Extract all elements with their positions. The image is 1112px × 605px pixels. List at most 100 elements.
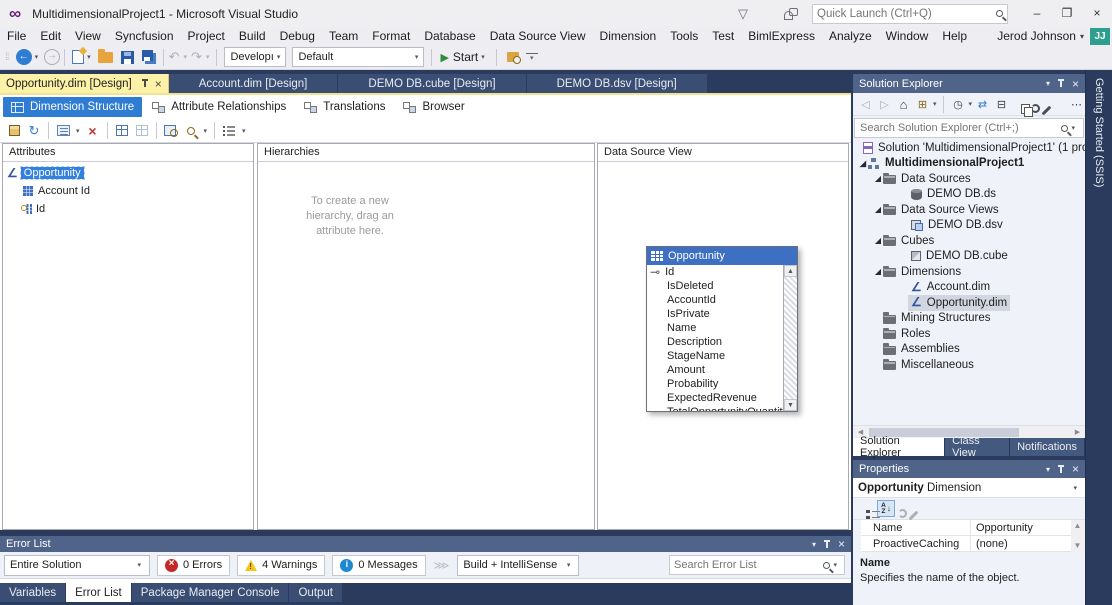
- save-icon[interactable]: [121, 51, 134, 64]
- table-field[interactable]: AccountId: [647, 293, 783, 307]
- properties-header[interactable]: Properties ▾ ×: [853, 460, 1085, 478]
- find-tool-icon[interactable]: [507, 52, 519, 62]
- solution-explorer-search-input[interactable]: [860, 122, 1061, 134]
- expanded-arrow-icon[interactable]: ◢: [873, 236, 883, 245]
- tab-demo-db-dsv[interactable]: DEMO DB.dsv [Design]: [527, 74, 708, 93]
- tab-demo-db-cube[interactable]: DEMO DB.cube [Design]: [338, 74, 526, 93]
- close-icon[interactable]: ×: [1072, 77, 1079, 91]
- tab-error-list[interactable]: Error List: [66, 583, 131, 602]
- tab-translations[interactable]: Translations: [296, 97, 393, 117]
- undo-icon[interactable]: ↶: [168, 49, 181, 65]
- solution-explorer-search-box[interactable]: ▾: [854, 118, 1084, 138]
- pending-changes-dropdown-icon[interactable]: ▾: [969, 100, 973, 108]
- new-folder-icon[interactable]: ⊞: [914, 98, 931, 111]
- tab-solution-explorer[interactable]: Solution Explorer: [853, 438, 944, 456]
- attribute-item-account-id[interactable]: Account Id: [3, 183, 253, 198]
- error-list-header[interactable]: Error List ▾ ×: [0, 536, 851, 552]
- menu-debug[interactable]: Debug: [273, 29, 322, 43]
- expanded-arrow-icon[interactable]: ◢: [873, 205, 883, 214]
- close-button[interactable]: ×: [1082, 0, 1112, 27]
- menu-build[interactable]: Build: [232, 29, 273, 43]
- menu-bimlexpress[interactable]: BimlExpress: [741, 29, 822, 43]
- table-title-bar[interactable]: Opportunity: [647, 247, 797, 265]
- redo-icon[interactable]: ↷: [190, 49, 203, 65]
- tab-browser[interactable]: Browser: [395, 97, 472, 117]
- redo-dropdown-icon[interactable]: ▾: [203, 53, 213, 61]
- opportunity-table[interactable]: Opportunity ⊸Id IsDeleted AccountId IsPr…: [646, 246, 798, 412]
- object-dropdown-icon[interactable]: ▾: [1070, 484, 1080, 492]
- menu-project[interactable]: Project: [181, 29, 232, 43]
- start-debug-button[interactable]: ▶ Start ▾: [440, 50, 487, 64]
- toolbar-grip[interactable]: ⁞⁞: [5, 52, 9, 63]
- menu-view[interactable]: View: [68, 29, 108, 43]
- tab-dimension-structure[interactable]: Dimension Structure: [3, 97, 142, 117]
- tab-getting-started-ssis[interactable]: Getting Started (SSIS): [1093, 70, 1105, 187]
- error-source-combo[interactable]: Build + IntelliSense ▾: [457, 555, 579, 576]
- sort-dropdown-icon[interactable]: ▾: [239, 127, 249, 135]
- tree-item-solution[interactable]: Solution 'MultidimensionalProject1' (1 p…: [853, 140, 1085, 156]
- table-field[interactable]: IsPrivate: [647, 307, 783, 321]
- property-row-name[interactable]: Name Opportunity: [853, 520, 1085, 536]
- menu-tools[interactable]: Tools: [663, 29, 705, 43]
- user-avatar[interactable]: JJ: [1090, 28, 1110, 45]
- close-icon[interactable]: ×: [838, 537, 845, 551]
- tab-account-dim[interactable]: Account.dim [Design]: [169, 74, 339, 93]
- filter-funnel-icon[interactable]: ▽: [738, 6, 748, 22]
- close-icon[interactable]: ×: [1072, 462, 1079, 476]
- error-list-search-input[interactable]: [674, 559, 823, 571]
- quick-launch-input[interactable]: [817, 8, 996, 20]
- scroll-down-icon[interactable]: ▼: [1071, 540, 1084, 552]
- warnings-filter-button[interactable]: 4 Warnings: [237, 555, 325, 576]
- tab-output[interactable]: Output: [289, 583, 342, 602]
- user-name[interactable]: Jerod Johnson: [997, 29, 1076, 43]
- menu-dimension[interactable]: Dimension: [593, 29, 664, 43]
- sort-list-icon[interactable]: [219, 121, 239, 141]
- new-project-icon[interactable]: [72, 50, 84, 64]
- menu-analyze[interactable]: Analyze: [822, 29, 879, 43]
- zoom-icon[interactable]: [181, 121, 201, 141]
- tab-notifications[interactable]: Notifications: [1010, 438, 1084, 456]
- errors-filter-button[interactable]: 0 Errors: [157, 555, 230, 576]
- table-field[interactable]: IsDeleted: [647, 279, 783, 293]
- tree-item-account-dim[interactable]: ∠ Account.dim: [853, 280, 1085, 296]
- tree-item-miscellaneous[interactable]: Miscellaneous: [853, 357, 1085, 373]
- error-list-search-box[interactable]: ▾: [669, 555, 845, 575]
- back-dropdown-icon[interactable]: ▾: [32, 53, 42, 61]
- tree-item-data-source-views[interactable]: ◢ Data Source Views: [853, 202, 1085, 218]
- scroll-right-icon[interactable]: ▶: [1071, 427, 1084, 438]
- scroll-up-icon[interactable]: ▲: [1071, 520, 1084, 532]
- table-field[interactable]: ⊸Id: [647, 265, 783, 279]
- feedback-icon[interactable]: [784, 8, 798, 20]
- tree-item-dimensions[interactable]: ◢ Dimensions: [853, 264, 1085, 280]
- explore-data-icon[interactable]: [161, 121, 181, 141]
- clear-filter-icon[interactable]: ⋙: [434, 559, 450, 572]
- menu-test[interactable]: Test: [705, 29, 741, 43]
- attribute-item-opportunity[interactable]: ∠ Opportunity: [3, 165, 253, 180]
- error-scope-combo[interactable]: Entire Solution ▾: [4, 555, 150, 576]
- tree-item-roles[interactable]: Roles: [853, 326, 1085, 342]
- window-position-dropdown-icon[interactable]: ▾: [812, 540, 816, 549]
- delete-icon[interactable]: ×: [83, 121, 103, 141]
- tree-item-opportunity-dim[interactable]: ∠ Opportunity.dim: [853, 295, 1085, 311]
- tab-package-manager-console[interactable]: Package Manager Console: [132, 583, 289, 602]
- scroll-up-icon[interactable]: ▲: [784, 265, 797, 277]
- undo-dropdown-icon[interactable]: ▾: [181, 53, 191, 61]
- menu-file[interactable]: File: [0, 29, 33, 43]
- tab-attribute-relationships[interactable]: Attribute Relationships: [144, 97, 294, 117]
- attribute-item-id[interactable]: Id: [3, 201, 253, 216]
- tree-item-demo-db-dsv[interactable]: DEMO DB.dsv: [853, 218, 1085, 234]
- save-all-icon[interactable]: [142, 50, 153, 61]
- add-attribute-icon[interactable]: [53, 121, 73, 141]
- open-file-icon[interactable]: [98, 52, 113, 63]
- zoom-dropdown-icon[interactable]: ▾: [201, 127, 211, 135]
- toolbar-overflow-icon[interactable]: ▾: [526, 53, 538, 62]
- window-position-dropdown-icon[interactable]: ▾: [1046, 465, 1050, 474]
- tree-item-project[interactable]: ◢ MultidimensionalProject1: [853, 156, 1085, 172]
- solution-configuration-combo[interactable]: Developı ▾: [224, 47, 286, 67]
- navigate-forward-button[interactable]: →: [44, 49, 60, 65]
- expanded-arrow-icon[interactable]: ◢: [873, 267, 883, 276]
- pending-changes-icon[interactable]: ◷: [950, 98, 967, 111]
- table-field[interactable]: StageName: [647, 349, 783, 363]
- toolbar-overflow-icon[interactable]: ⋯: [1068, 98, 1085, 111]
- menu-team[interactable]: Team: [322, 29, 365, 43]
